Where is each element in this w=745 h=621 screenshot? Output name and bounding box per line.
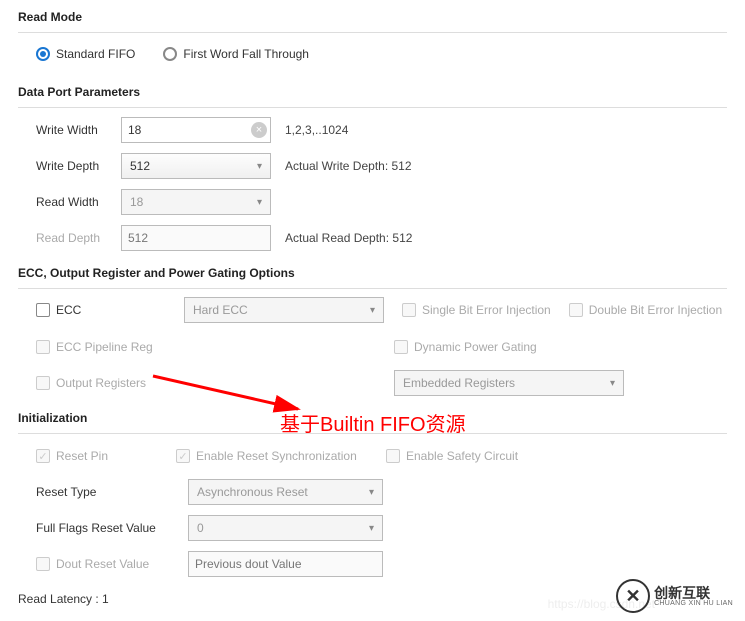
chevron-down-icon: ▾ <box>610 378 615 389</box>
ecc-type-select: Hard ECC ▾ <box>184 297 384 323</box>
output-registers-label: Output Registers <box>56 376 146 390</box>
checkbox-icon <box>394 340 408 354</box>
dbit-label: Double Bit Error Injection <box>589 303 722 317</box>
ecc-title: ECC, Output Register and Power Gating Op… <box>18 266 727 282</box>
write-depth-label: Write Depth <box>36 159 111 173</box>
read-width-label: Read Width <box>36 195 111 209</box>
full-flags-label: Full Flags Reset Value <box>36 521 178 535</box>
enable-sync-label: Enable Reset Synchronization <box>196 449 357 463</box>
logo-text-en: CHUANG XIN HU LIAN <box>654 600 733 607</box>
write-width-label: Write Width <box>36 123 111 137</box>
pipeline-label: ECC Pipeline Reg <box>56 340 153 354</box>
write-width-hint: 1,2,3,..1024 <box>285 123 348 137</box>
checkbox-icon <box>402 303 416 317</box>
read-depth-hint: Actual Read Depth: 512 <box>285 231 412 245</box>
checkbox-icon <box>569 303 583 317</box>
dpp-title: Data Port Parameters <box>18 85 727 101</box>
clear-icon[interactable]: × <box>251 122 267 138</box>
enable-sync-checkbox: ✓ Enable Reset Synchronization <box>176 449 376 463</box>
write-depth-select[interactable]: 512 ▾ <box>121 153 271 179</box>
output-registers-value: Embedded Registers <box>403 376 515 390</box>
reset-type-select: Asynchronous Reset ▾ <box>188 479 383 505</box>
logo-icon: ✕ <box>616 579 650 613</box>
radio-unselected-icon <box>163 47 177 61</box>
read-depth-input <box>121 225 271 251</box>
chevron-down-icon: ▾ <box>257 161 262 172</box>
read-width-value: 18 <box>130 195 143 209</box>
logo-text-cn: 创新互联 <box>654 586 733 600</box>
reset-pin-label: Reset Pin <box>56 449 108 463</box>
ecc-label: ECC <box>56 303 81 317</box>
full-flags-value: 0 <box>197 521 204 535</box>
full-flags-select: 0 ▾ <box>188 515 383 541</box>
write-depth-hint: Actual Write Depth: 512 <box>285 159 412 173</box>
checkbox-icon <box>36 340 50 354</box>
dpg-checkbox: Dynamic Power Gating <box>394 340 537 354</box>
ecc-type-value: Hard ECC <box>193 303 248 317</box>
chevron-down-icon: ▾ <box>370 305 375 316</box>
checkbox-icon <box>386 449 400 463</box>
checkbox-icon: ✓ <box>176 449 190 463</box>
safety-checkbox: Enable Safety Circuit <box>386 449 518 463</box>
read-mode-title: Read Mode <box>18 10 727 26</box>
pipeline-checkbox: ECC Pipeline Reg <box>36 340 384 354</box>
brand-logo: ✕ 创新互联 CHUANG XIN HU LIAN <box>616 579 733 613</box>
radio-selected-icon <box>36 47 50 61</box>
sbit-label: Single Bit Error Injection <box>422 303 551 317</box>
checkbox-icon <box>36 557 50 571</box>
safety-label: Enable Safety Circuit <box>406 449 518 463</box>
dout-reset-input <box>188 551 383 577</box>
reset-type-value: Asynchronous Reset <box>197 485 308 499</box>
checkbox-icon <box>36 376 50 390</box>
reset-type-label: Reset Type <box>36 485 178 499</box>
radio-standard-fifo[interactable]: Standard FIFO <box>36 47 135 61</box>
chevron-down-icon: ▾ <box>369 523 374 534</box>
ecc-checkbox-item[interactable]: ECC <box>36 303 166 317</box>
sbit-checkbox: Single Bit Error Injection <box>402 303 551 317</box>
dbit-checkbox: Double Bit Error Injection <box>569 303 722 317</box>
read-depth-label: Read Depth <box>36 231 111 245</box>
read-width-select: 18 ▾ <box>121 189 271 215</box>
chevron-down-icon: ▾ <box>369 487 374 498</box>
radio-label: First Word Fall Through <box>183 47 309 61</box>
chevron-down-icon: ▾ <box>257 197 262 208</box>
dout-reset-label: Dout Reset Value <box>56 557 149 571</box>
write-width-input[interactable] <box>121 117 271 143</box>
output-registers-checkbox: Output Registers <box>36 376 384 390</box>
reset-pin-checkbox: ✓ Reset Pin <box>36 449 166 463</box>
checkbox-icon <box>36 303 50 317</box>
write-depth-value: 512 <box>130 159 150 173</box>
radio-fwft[interactable]: First Word Fall Through <box>163 47 309 61</box>
output-registers-select: Embedded Registers ▾ <box>394 370 624 396</box>
radio-label: Standard FIFO <box>56 47 135 61</box>
init-title: Initialization <box>18 411 727 427</box>
dpg-label: Dynamic Power Gating <box>414 340 537 354</box>
dout-reset-checkbox: Dout Reset Value <box>36 557 178 571</box>
checkbox-icon: ✓ <box>36 449 50 463</box>
